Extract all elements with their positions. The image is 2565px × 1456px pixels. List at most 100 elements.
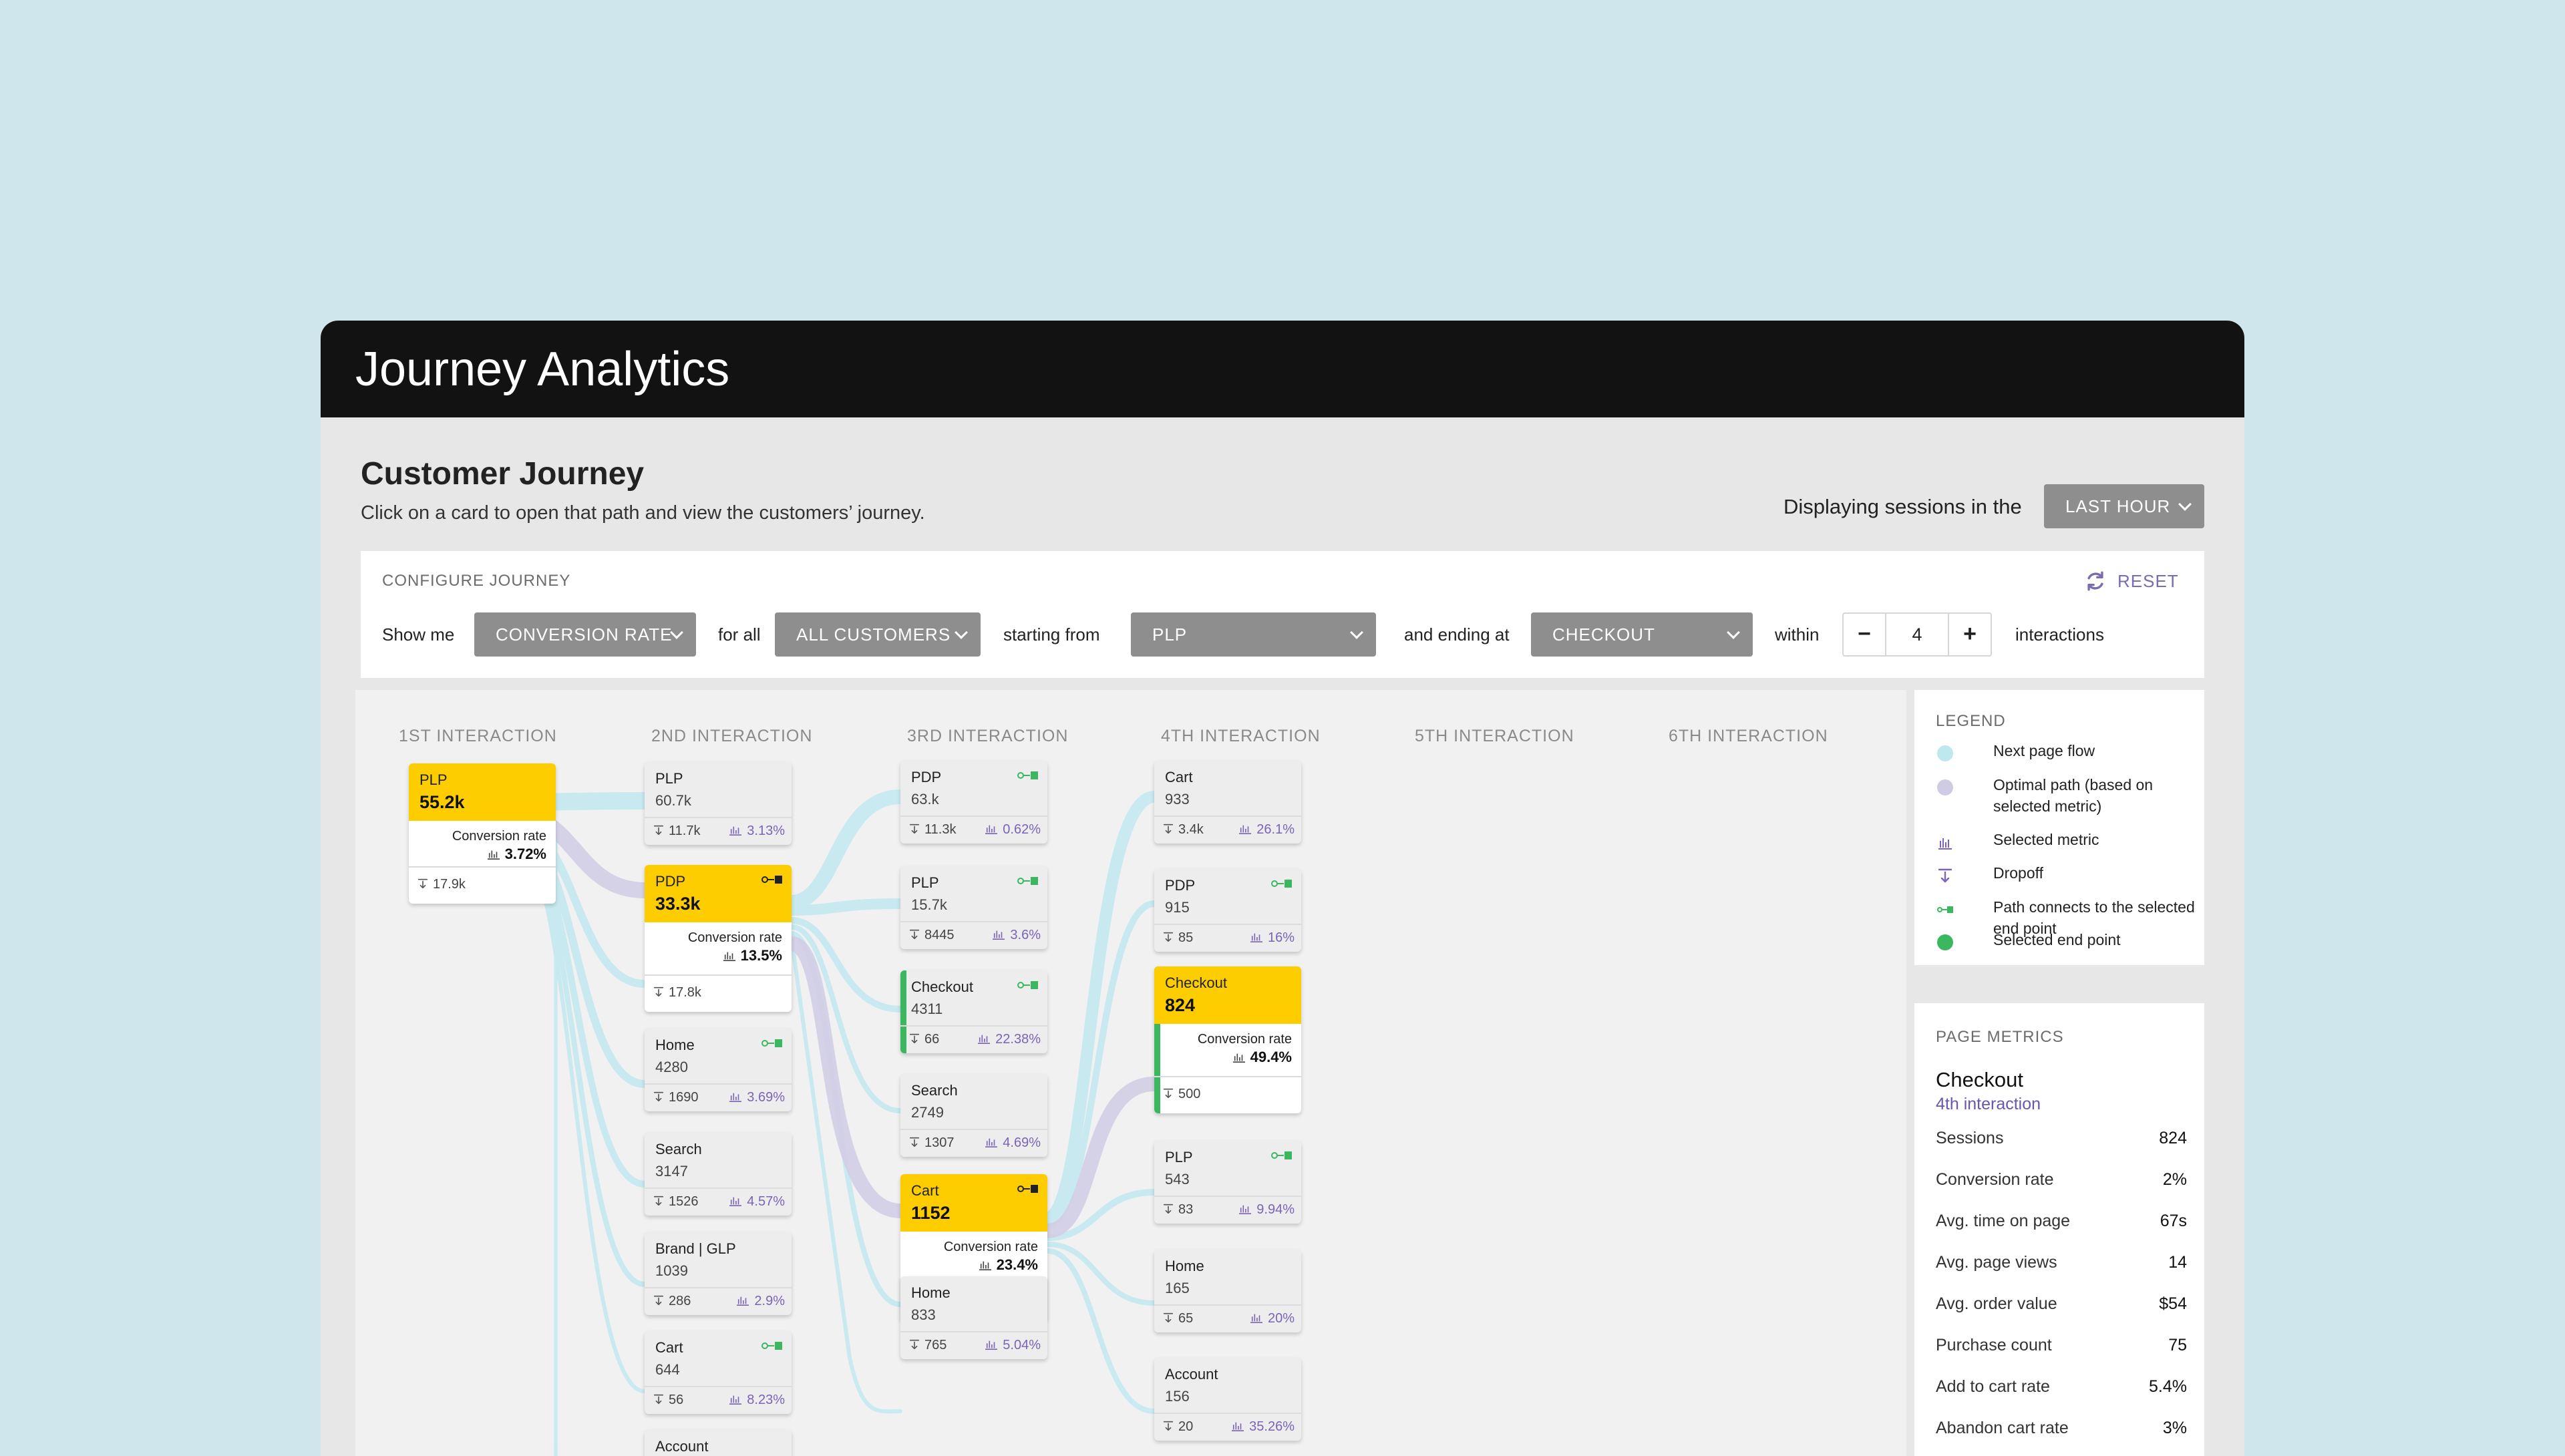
card-divider [900, 1331, 1047, 1332]
card-page-name: Search [655, 1141, 702, 1157]
card-dropoff: 1526 [653, 1193, 699, 1210]
decrement-button[interactable]: − [1844, 614, 1886, 655]
increment-button[interactable]: + [1948, 614, 1991, 655]
journey-card[interactable]: Checkout 824 Conversion rate 49.4% 500 [1154, 966, 1301, 1113]
interactions-value[interactable]: 4 [1886, 614, 1948, 655]
metric-label: Avg. order value [1936, 1294, 2057, 1313]
end-link-icon [1017, 981, 1038, 989]
start-page-dropdown[interactable]: PLP [1131, 612, 1376, 657]
metric-icon [985, 1340, 998, 1350]
card-page-name: Cart [911, 1182, 939, 1199]
journey-card[interactable]: Home 833 765 5.04% [900, 1276, 1047, 1359]
card-metric: 26.1% [1238, 821, 1295, 838]
card-sessions: 824 [1165, 995, 1196, 1015]
dropoff-icon [1163, 824, 1174, 834]
metric-value: 824 [2159, 1129, 2187, 1147]
journey-card[interactable]: Cart 644 56 8.23% [645, 1331, 792, 1414]
dropoff-icon [653, 1394, 664, 1405]
within-label: within [1775, 624, 1820, 645]
journey-card[interactable]: Account 156 20 35.26% [1154, 1358, 1301, 1441]
journey-card[interactable]: Home 4280 1690 3.69% [645, 1029, 792, 1111]
end-page-dropdown[interactable]: CHECKOUT [1531, 612, 1753, 657]
reset-button[interactable]: RESET [2084, 564, 2191, 598]
journey-card[interactable]: Checkout 4311 66 22.38% [900, 970, 1047, 1053]
end-link-icon [1271, 1151, 1292, 1159]
chevron-down-icon [2178, 498, 2192, 511]
journey-card[interactable]: Home 165 65 20% [1154, 1250, 1301, 1332]
metric-icon [993, 930, 1005, 940]
dropoff-icon [653, 1295, 664, 1306]
card-page-name: PLP [655, 770, 683, 787]
legend-label: Next page flow [1993, 742, 2095, 759]
journey-card[interactable]: Search 3147 1526 4.57% [645, 1133, 792, 1216]
card-metric: 3.13% [728, 822, 785, 840]
end-point-marker [900, 970, 906, 1053]
journey-card[interactable]: PDP 915 85 16% [1154, 869, 1301, 952]
journey-card[interactable]: Cart 933 3.4k 26.1% [1154, 761, 1301, 844]
conversion-value: 3.72% [486, 845, 546, 864]
legend-label: Selected metric [1993, 831, 2099, 848]
dropoff-icon [909, 1137, 920, 1147]
metric-icon [487, 850, 500, 860]
card-dropoff: 11.3k [908, 821, 956, 838]
card-sessions: 165 [1165, 1280, 1190, 1296]
card-page-name: PDP [655, 873, 686, 890]
time-range-dropdown[interactable]: LAST HOUR [2044, 484, 2204, 528]
conversion-label: Conversion rate [687, 930, 782, 945]
journey-card[interactable]: PLP 60.7k 11.7k 3.13% [645, 762, 792, 845]
end-page-value: CHECKOUT [1552, 624, 1655, 645]
journey-card[interactable]: PDP 33.3k Conversion rate 13.5% 17.8k [645, 865, 792, 1012]
journey-card[interactable]: PDP 63.k 11.3k 0.62% [900, 761, 1047, 844]
card-sessions: 55.2k [419, 792, 465, 812]
dropoff-icon [909, 1033, 920, 1044]
card-divider [645, 1287, 792, 1288]
journey-card[interactable]: PLP 55.2k Conversion rate 3.72% 17.9k [409, 763, 556, 904]
legend-label: Dropoff [1993, 864, 2044, 882]
card-metric: 16% [1249, 929, 1295, 946]
page-metrics-heading: PAGE METRICS [1936, 1028, 2064, 1046]
card-metric: 2.9% [735, 1292, 785, 1310]
metric-value: 5.4% [2149, 1377, 2187, 1396]
metric-row: Avg. order value $54 [1936, 1290, 2187, 1317]
journey-card[interactable]: PLP 543 83 9.94% [1154, 1141, 1301, 1224]
metric-icon [1232, 1422, 1244, 1432]
card-sessions: 4280 [655, 1059, 688, 1075]
interactions-label: interactions [2015, 624, 2104, 645]
dropoff-icon [1938, 868, 1952, 883]
end-link-icon [1017, 877, 1038, 885]
app-title: Journey Analytics [355, 343, 730, 396]
journey-card[interactable]: Account [645, 1430, 792, 1456]
audience-dropdown[interactable]: ALL CUSTOMERS [775, 612, 981, 657]
journey-card[interactable]: Search 2749 1307 4.69% [900, 1074, 1047, 1157]
title-bar: Journey Analytics [321, 321, 2244, 417]
card-dropoff: 500 [1162, 1085, 1200, 1103]
metric-dropdown[interactable]: CONVERSION RATE [474, 612, 696, 657]
card-dropoff: 8445 [908, 926, 955, 944]
next-flow-dot-icon [1937, 745, 1953, 761]
card-page-name: PDP [911, 769, 942, 785]
end-link-icon [1271, 880, 1292, 888]
card-sessions: 33.3k [655, 894, 701, 914]
end-link-icon [761, 1039, 782, 1047]
card-divider [645, 1386, 792, 1387]
card-sessions: 63.k [911, 791, 939, 807]
card-metric: 5.04% [984, 1336, 1041, 1354]
metric-value: 67s [2160, 1212, 2187, 1230]
metric-row: Add to cart rate 5.4% [1936, 1373, 2187, 1400]
card-dropoff: 85 [1162, 929, 1193, 946]
metric-row: Avg. time on page 67s [1936, 1208, 2187, 1234]
card-divider [1154, 1196, 1301, 1197]
journey-card[interactable]: PLP 15.7k 8445 3.6% [900, 866, 1047, 949]
legend-label: Optimal path (based on selected metric) [1993, 776, 2154, 815]
card-divider [1154, 1413, 1301, 1414]
card-sessions: 1039 [655, 1262, 688, 1279]
card-metric: 3.6% [991, 926, 1041, 944]
card-page-name: Checkout [911, 978, 973, 995]
dropoff-icon [653, 986, 664, 997]
metric-icon [729, 826, 742, 836]
metric-icon [723, 952, 735, 962]
card-dropoff: 17.8k [653, 984, 701, 1001]
journey-card[interactable]: Brand | GLP 1039 286 2.9% [645, 1232, 792, 1315]
legend-heading: LEGEND [1936, 712, 2006, 730]
card-sessions: 2749 [911, 1104, 944, 1121]
